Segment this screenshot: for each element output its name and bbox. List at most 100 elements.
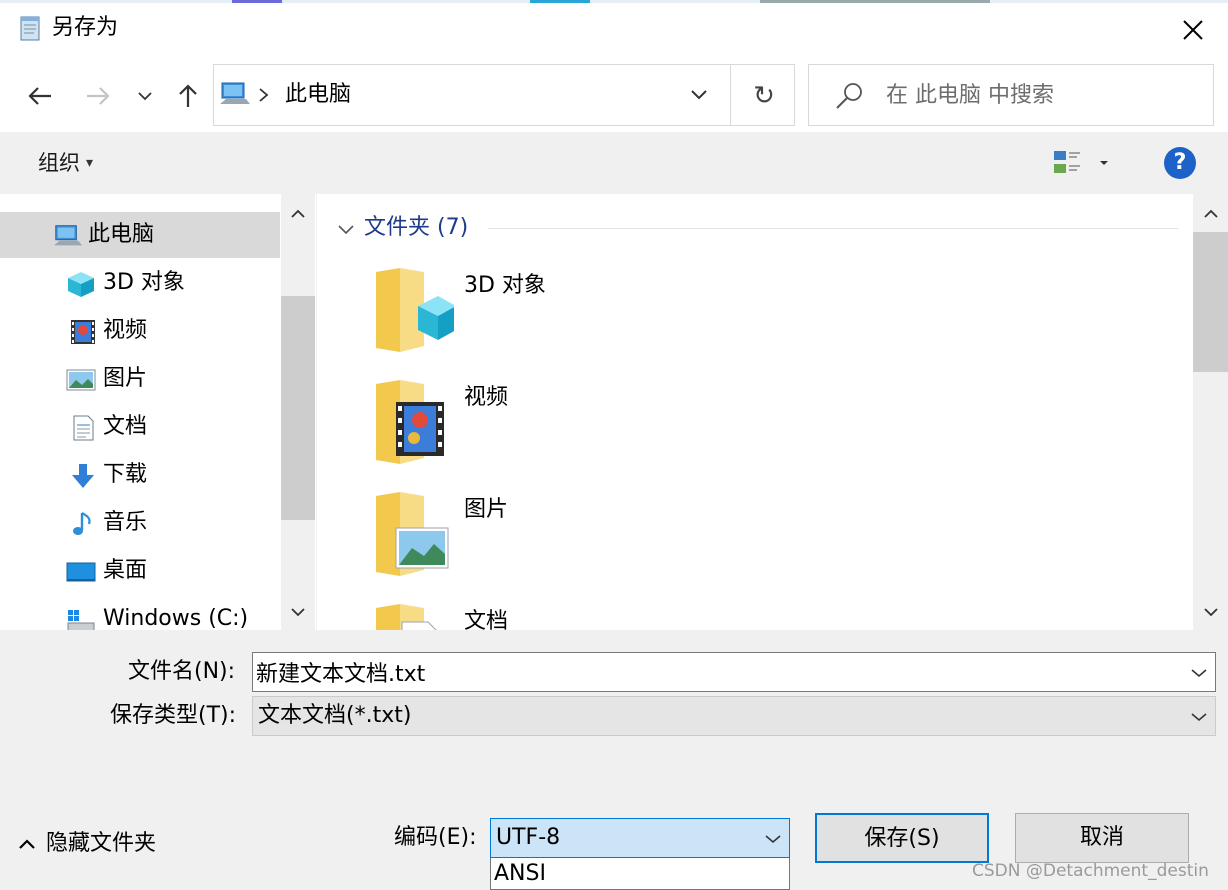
nav-item-label: 图片	[103, 366, 148, 391]
nav-item-videos[interactable]: 视频	[0, 308, 280, 354]
window-edge	[1219, 630, 1228, 830]
chevron-down-icon	[138, 92, 152, 101]
navigation-pane: 此电脑 3D 对象 视频 图片 文档 下载 音乐 桌面 Windows (C:)	[0, 194, 316, 630]
folder-documents-icon	[376, 604, 437, 630]
toolbar	[0, 132, 1228, 194]
address-path[interactable]: 此电脑	[285, 80, 351, 110]
nav-item-label: 音乐	[103, 510, 148, 535]
encoding-value[interactable]: UTF-8	[496, 822, 560, 854]
encoding-option-ansi[interactable]: ANSI	[494, 858, 546, 890]
download-icon	[72, 464, 94, 488]
content-scrollbar-thumb[interactable]	[1193, 232, 1228, 372]
content-scroll-down-button[interactable]	[1193, 598, 1228, 626]
chevron-up-icon	[19, 839, 35, 849]
nav-item-label: 视频	[103, 318, 148, 343]
save-type-label: 保存类型(T):	[110, 703, 237, 728]
encoding-dropdown-button[interactable]	[760, 826, 786, 852]
chevron-right-icon	[259, 88, 269, 102]
recent-locations-button[interactable]	[130, 74, 160, 118]
cancel-button[interactable]: 取消	[1015, 813, 1189, 863]
encoding-label: 编码(E):	[394, 825, 477, 850]
arrow-left-icon	[28, 87, 51, 105]
save-type-dropdown-button[interactable]	[1186, 704, 1212, 730]
nav-scroll-up-button[interactable]	[281, 200, 315, 228]
filename-label: 文件名(N):	[128, 659, 236, 684]
chevron-down-icon	[291, 608, 305, 617]
close-icon	[1183, 20, 1203, 40]
music-icon	[73, 512, 91, 535]
nav-item-3d-objects[interactable]: 3D 对象	[0, 260, 280, 306]
watermark: CSDN @Detachment_destin	[972, 861, 1209, 881]
address-divider	[730, 64, 731, 126]
nav-item-label: 此电脑	[88, 222, 155, 247]
change-view-button[interactable]	[1050, 146, 1112, 180]
folder-pictures-icon	[376, 492, 449, 576]
caret-down-icon: ▾	[86, 155, 94, 171]
nav-item-music[interactable]: 音乐	[0, 500, 280, 546]
chevron-down-icon	[1203, 608, 1218, 617]
hide-folders-button[interactable]: 隐藏文件夹	[18, 828, 156, 860]
folder-item-pictures[interactable]: 图片	[336, 490, 956, 594]
save-type-value[interactable]: 文本文档(*.txt)	[258, 700, 411, 732]
group-header-folders[interactable]: 文件夹 (7)	[364, 212, 468, 244]
search-input[interactable]	[886, 79, 1204, 111]
chevron-up-icon	[291, 209, 305, 218]
folder-item-videos[interactable]: 视频	[336, 378, 956, 482]
chevron-down-icon	[1191, 713, 1207, 722]
folder-item-documents[interactable]: 文档	[336, 602, 956, 630]
documents-icon	[73, 415, 94, 441]
nav-item-label: 文档	[103, 414, 148, 439]
drive-icon	[67, 610, 95, 630]
nav-item-pictures[interactable]: 图片	[0, 356, 280, 402]
folder-item-label: 视频	[464, 385, 509, 410]
arrow-up-icon	[179, 84, 197, 107]
nav-item-desktop[interactable]: 桌面	[0, 548, 280, 594]
computer-icon	[220, 82, 250, 104]
chevron-up-icon	[1203, 209, 1218, 218]
nav-item-label: 下载	[103, 462, 148, 487]
address-dropdown-button[interactable]	[684, 80, 714, 110]
nav-scroll-down-button[interactable]	[281, 598, 315, 626]
refresh-button[interactable]: ↻	[745, 78, 783, 114]
chevron-down-icon[interactable]	[336, 218, 356, 240]
organize-button[interactable]: 组织 ▾	[38, 148, 93, 178]
filename-dropdown-button[interactable]	[1186, 660, 1212, 686]
3d-objects-icon	[68, 272, 94, 297]
nav-scrollbar-thumb[interactable]	[281, 296, 315, 520]
folder-item-3d-objects[interactable]: 3D 对象	[336, 266, 956, 370]
notepad-icon	[20, 16, 40, 41]
arrow-right-icon	[87, 87, 110, 105]
folder-3d-icon	[376, 268, 454, 352]
pictures-icon	[66, 369, 96, 391]
folder-video-icon	[376, 380, 444, 464]
forward-button[interactable]	[80, 74, 116, 118]
nav-item-documents[interactable]: 文档	[0, 404, 280, 450]
refresh-icon: ↻	[753, 81, 775, 111]
back-button[interactable]	[22, 74, 58, 118]
up-button[interactable]	[170, 74, 206, 118]
search-icon	[836, 83, 862, 109]
nav-item-windows-c[interactable]: Windows (C:)	[0, 596, 280, 630]
nav-item-this-pc[interactable]: 此电脑	[0, 212, 280, 258]
nav-item-label: 桌面	[103, 558, 148, 583]
group-divider	[488, 228, 1178, 229]
chevron-down-icon	[691, 90, 707, 100]
desktop-icon	[66, 562, 96, 582]
title-bar	[0, 3, 1228, 60]
computer-icon	[53, 225, 82, 246]
folder-item-label: 文档	[464, 609, 509, 630]
save-as-dialog: 另存为 此电脑 ↻ 组织 ▾	[0, 0, 1228, 890]
organize-label: 组织	[38, 151, 80, 175]
hide-folders-label: 隐藏文件夹	[46, 831, 157, 856]
folder-item-label: 图片	[464, 497, 509, 522]
save-button[interactable]: 保存(S)	[815, 813, 989, 863]
close-button[interactable]	[1162, 8, 1224, 52]
content-scroll-up-button[interactable]	[1193, 200, 1228, 228]
nav-item-label: Windows (C:)	[103, 606, 249, 630]
filename-input[interactable]	[256, 656, 1156, 688]
folder-item-label: 3D 对象	[464, 273, 546, 298]
nav-item-downloads[interactable]: 下载	[0, 452, 280, 498]
chevron-down-icon	[1191, 669, 1207, 678]
chevron-down-icon	[765, 835, 781, 844]
help-button[interactable]: ?	[1164, 147, 1196, 179]
